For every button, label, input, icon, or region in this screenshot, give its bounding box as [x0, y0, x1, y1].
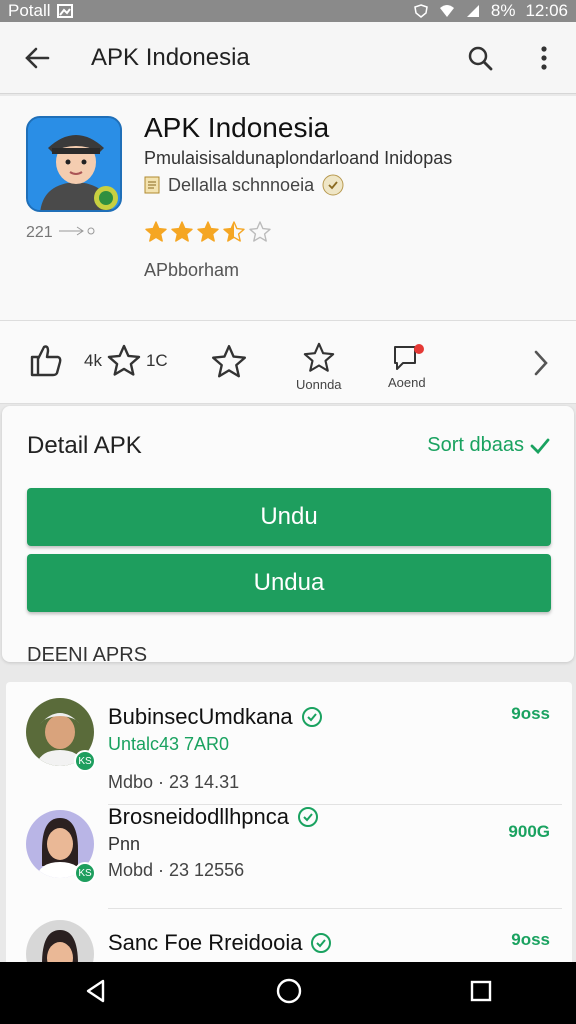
favorite-button[interactable]: [210, 343, 248, 381]
app-header: APK Indonesia Pmulaisisaldunaplondarloan…: [0, 96, 576, 320]
reviewer-name-text: Brosneidodllhpnca: [108, 804, 290, 829]
back-arrow-icon: [25, 47, 50, 68]
chevron-right-icon: [534, 350, 548, 376]
developer-name: Dellalla schnnoeia: [168, 174, 315, 195]
download-button-secondary[interactable]: Undua: [27, 554, 551, 612]
like-button[interactable]: [26, 341, 64, 379]
detail-status-text: Sort dbaas: [427, 434, 524, 456]
star-outline-icon: [303, 342, 334, 372]
app-version: 221: [26, 224, 97, 242]
more-actions-button[interactable]: [532, 349, 550, 377]
star-icon: [197, 221, 219, 242]
clock-label: 12:06: [525, 1, 568, 20]
message-alert-icon: [393, 344, 424, 370]
thumbs-up-icon: [30, 345, 62, 377]
rating-stars: [144, 220, 272, 244]
review-timestamp: Mobd · 23 12556: [108, 860, 245, 880]
action-row: 4k 1C Uonnda Aoend: [0, 320, 576, 404]
rating-count-text-2: 1C: [145, 351, 168, 370]
reviewer-name: Sanc Foe Rreidooia: [108, 930, 332, 956]
list-item[interactable]: KS Brosneidodllhpnca Pnn Mobd · 23 12556…: [6, 804, 572, 908]
system-nav-bar: [0, 962, 576, 1024]
verified-badge: KS: [74, 862, 96, 884]
verified-check-icon: [298, 807, 319, 827]
back-button[interactable]: [0, 22, 74, 94]
search-button[interactable]: [448, 22, 512, 94]
document-icon: [144, 176, 160, 194]
developer-row[interactable]: Dellalla schnnoeia: [144, 174, 344, 196]
report-action-label: Aoend: [388, 375, 426, 390]
status-bar: Potall 8% 12:06: [0, 0, 576, 22]
review-score: 9oss: [511, 704, 550, 723]
recents-square-icon: [470, 980, 492, 1001]
verified-check-icon: [301, 707, 322, 727]
app-bar: APK Indonesia: [0, 22, 576, 94]
reviewer-name: Brosneidodllhpnca: [108, 804, 319, 830]
nav-recents-button[interactable]: [469, 979, 493, 1008]
signal-icon: [466, 5, 479, 17]
app-name: APK Indonesia: [144, 112, 330, 143]
reviewer-name-text: BubinsecUmdkana: [108, 704, 293, 729]
verified-check-icon: [311, 933, 332, 953]
search-icon: [468, 46, 493, 70]
rating-count[interactable]: 4k 1C: [84, 343, 168, 379]
reviewer-subline: Pnn: [108, 834, 141, 854]
detail-card: Detail APK Sort dbaas Undu Undua DEENI A…: [2, 406, 574, 662]
report-action[interactable]: Aoend: [388, 343, 426, 390]
arrow-icon: [59, 226, 95, 236]
reviewer-subline: Untalc43 7AR0: [108, 734, 230, 754]
home-circle-icon: [276, 978, 302, 1003]
detail-title: Detail APK: [27, 432, 142, 459]
image-notification-icon: [56, 4, 73, 18]
reviewer-name: BubinsecUmdkana: [108, 704, 323, 730]
rating-count-text: 4k: [84, 351, 102, 370]
verified-badge: KS: [74, 750, 96, 772]
more-options-button[interactable]: [512, 22, 576, 94]
star-icon: [145, 221, 167, 242]
back-triangle-icon: [86, 979, 105, 1002]
reviews-list: KS BubinsecUmdkana Untalc43 7AR0 Mdbo · …: [6, 682, 572, 982]
list-item[interactable]: KS BubinsecUmdkana Untalc43 7AR0 Mdbo · …: [6, 682, 572, 792]
app-icon: [26, 116, 122, 212]
avatar-illustration-icon: [28, 118, 120, 210]
wifi-icon: [439, 5, 454, 17]
nav-back-button[interactable]: [83, 978, 109, 1009]
version-number: 221: [26, 224, 53, 241]
star-outline-icon: [211, 344, 247, 378]
detail-footer: DEENI APRS: [27, 644, 148, 662]
more-vert-icon: [541, 45, 547, 70]
download-action[interactable]: Uonnda: [296, 341, 342, 392]
app-bar-title: APK Indonesia: [91, 43, 250, 71]
download-button-primary[interactable]: Undu: [27, 488, 551, 546]
detail-status[interactable]: Sort dbaas: [427, 434, 550, 457]
check-icon: [530, 438, 550, 454]
nav-home-button[interactable]: [275, 977, 303, 1010]
download-action-label: Uonnda: [296, 377, 342, 392]
review-score: 9oss: [511, 930, 550, 949]
carrier-label: Potall: [8, 1, 51, 20]
star-icon: [249, 221, 271, 242]
star-icon: [223, 221, 245, 242]
review-timestamp: Mdbo · 23 14.31: [108, 772, 240, 792]
star-outline-icon: [107, 344, 141, 376]
verified-badge-icon: [322, 174, 344, 196]
battery-label: 8%: [490, 1, 516, 20]
review-score: 900G: [508, 822, 550, 841]
reviewer-name-text: Sanc Foe Rreidooia: [108, 930, 303, 955]
app-author: APbborham: [144, 260, 240, 280]
star-icon: [171, 221, 193, 242]
shield-icon: [414, 4, 428, 18]
app-subtitle: Pmulaisisaldunaplondarloand Inidopas: [144, 148, 453, 168]
